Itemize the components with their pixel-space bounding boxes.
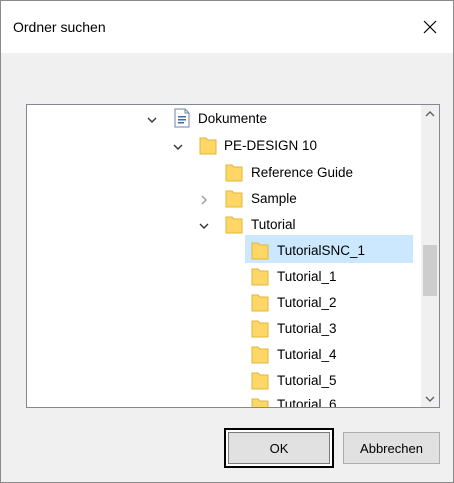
- title-bar: Ordner suchen: [1, 1, 453, 53]
- ok-button-label: OK: [269, 440, 289, 456]
- cancel-button[interactable]: Abbrechen: [343, 432, 440, 464]
- tree-item-label[interactable]: Tutorial_3: [277, 319, 337, 339]
- scroll-thumb[interactable]: [423, 245, 437, 296]
- documents-icon: [173, 108, 191, 128]
- tree-item-label[interactable]: Tutorial_4: [277, 345, 337, 365]
- folder-icon: [225, 162, 243, 182]
- folder-icon: [251, 344, 269, 364]
- window-title: Ordner suchen: [13, 19, 106, 35]
- chevron-down-icon[interactable]: [171, 140, 185, 154]
- tree-item-label[interactable]: Dokumente: [198, 109, 267, 129]
- tree-item-label[interactable]: Sample: [251, 189, 297, 209]
- cancel-button-label: Abbrechen: [360, 440, 423, 456]
- folder-icon: [251, 266, 269, 286]
- tree-item-label[interactable]: Tutorial_1: [277, 267, 337, 287]
- folder-icon: [225, 214, 243, 234]
- folder-browser-dialog: Ordner suchen Dokumente PE-DESIGN 10 Ref…: [0, 0, 454, 483]
- folder-icon: [251, 318, 269, 338]
- tree-item-label[interactable]: Tutorial: [251, 215, 296, 235]
- tree-item-label[interactable]: Tutorial_5: [277, 371, 337, 391]
- folder-icon: [199, 135, 217, 155]
- chevron-right-icon[interactable]: [197, 193, 211, 207]
- tree-item-label[interactable]: PE-DESIGN 10: [224, 136, 317, 156]
- scroll-down-icon[interactable]: [421, 390, 439, 407]
- chevron-down-icon[interactable]: [145, 113, 159, 127]
- ok-button[interactable]: OK: [224, 428, 334, 468]
- vertical-scrollbar[interactable]: [421, 105, 439, 407]
- close-icon: [423, 20, 437, 34]
- scroll-up-icon[interactable]: [421, 105, 439, 122]
- folder-tree[interactable]: Dokumente PE-DESIGN 10 Reference Guide S…: [26, 104, 440, 408]
- folder-icon: [251, 370, 269, 390]
- tree-item-label[interactable]: Tutorial_6: [277, 395, 337, 407]
- tree-item-label[interactable]: Tutorial_2: [277, 293, 337, 313]
- folder-icon: [251, 292, 269, 312]
- tree-item-label-selected[interactable]: TutorialSNC_1: [277, 241, 365, 261]
- folder-icon: [251, 240, 269, 260]
- tree-item-label[interactable]: Reference Guide: [251, 163, 353, 183]
- close-button[interactable]: [407, 1, 453, 53]
- chevron-down-icon[interactable]: [197, 219, 211, 233]
- folder-icon: [225, 188, 243, 208]
- folder-icon: [251, 396, 269, 407]
